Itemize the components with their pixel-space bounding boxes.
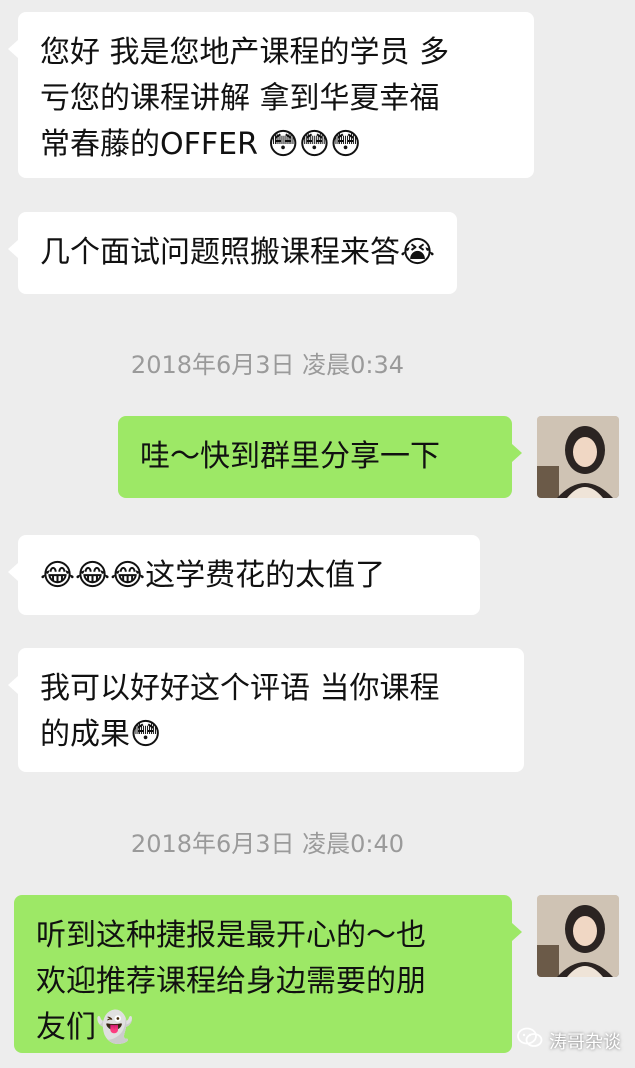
message-bubble-incoming[interactable]: 您好 我是您地产课程的学员 多 亏您的课程讲解 拿到华夏幸福 常春藤的OFFER…: [8, 12, 534, 178]
message-bubble-outgoing[interactable]: 哇～快到群里分享一下: [118, 416, 522, 498]
message-bubble-outgoing[interactable]: 听到这种捷报是最开心的～也 欢迎推荐课程给身边需要的朋 友们👻: [14, 895, 522, 1053]
message-bubble-incoming[interactable]: 😂😂😂这学费花的太值了: [8, 535, 480, 615]
watermark-text: 涛哥杂谈: [549, 1031, 621, 1053]
user-avatar[interactable]: [537, 416, 619, 498]
timestamp: 2018年6月3日 凌晨0:34: [130, 351, 405, 379]
watermark: 涛哥杂谈: [517, 1027, 621, 1054]
avatar-photo: [537, 895, 619, 977]
wechat-icon: [517, 1027, 543, 1054]
message-bubble-incoming[interactable]: 几个面试问题照搬课程来答😭: [7, 212, 458, 294]
timestamp: 2018年6月3日 凌晨0:40: [130, 830, 405, 858]
avatar-photo: [537, 416, 619, 498]
message-bubble-incoming[interactable]: 我可以好好这个评语 当你课程 的成果😳: [8, 648, 524, 772]
user-avatar[interactable]: [537, 895, 619, 977]
